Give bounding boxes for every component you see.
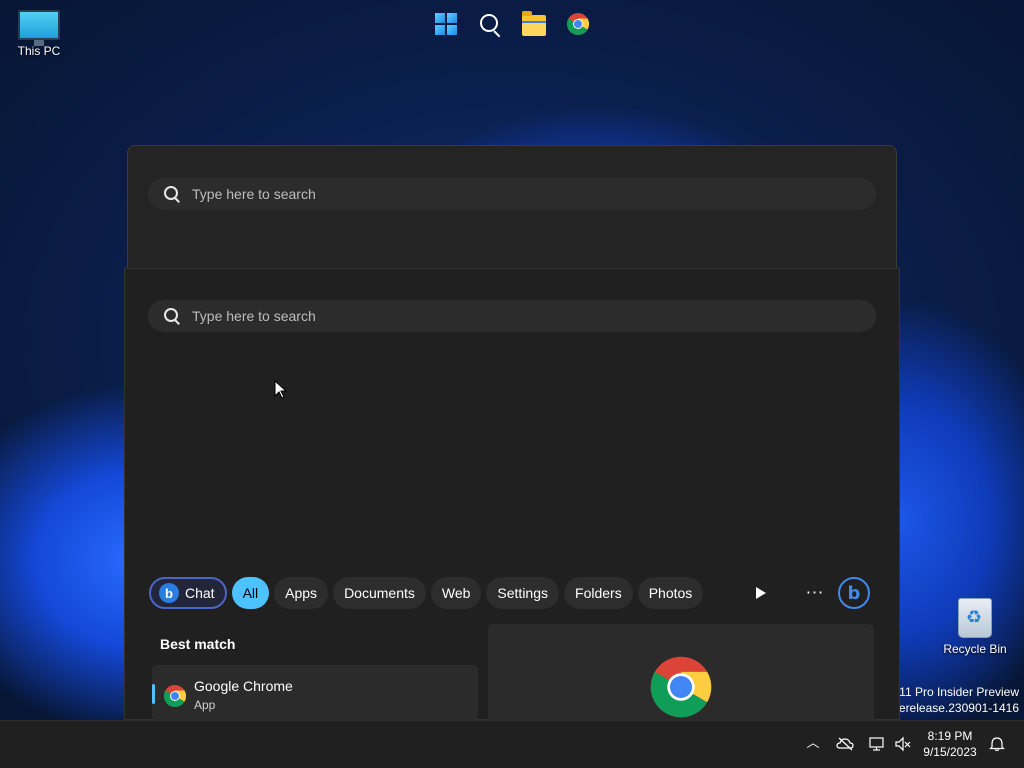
chrome-icon (650, 656, 712, 718)
tab-all[interactable]: All (231, 577, 270, 609)
tab-label: Documents (344, 585, 415, 601)
search-icon (164, 186, 180, 202)
tab-photos[interactable]: Photos (637, 577, 704, 609)
desktop-icon-recycle-bin[interactable]: ♻ Recycle Bin (936, 598, 1014, 656)
taskbar-search-icon[interactable] (474, 8, 506, 40)
clock-time: 8:19 PM (927, 729, 973, 743)
this-pc-icon (18, 10, 60, 46)
os-watermark: s 11 Pro Insider Preview prerelease.2309… (888, 684, 1019, 716)
more-tabs-play-icon[interactable] (752, 585, 770, 601)
tab-label: Folders (575, 585, 622, 601)
tab-label: Settings (497, 585, 549, 601)
search-input-ghost[interactable] (192, 186, 832, 202)
bing-chat-icon[interactable]: b (838, 577, 870, 609)
chrome-icon (164, 685, 186, 707)
tab-chat[interactable]: b Chat (149, 577, 227, 609)
selection-indicator (152, 684, 155, 704)
search-input[interactable] (192, 308, 832, 324)
result-preview-pane (488, 624, 874, 720)
system-clock[interactable]: 8:19 PM 9/15/2023 (918, 728, 982, 760)
tab-documents[interactable]: Documents (333, 577, 426, 609)
tab-web[interactable]: Web (430, 577, 482, 609)
tab-folders[interactable]: Folders (564, 577, 633, 609)
start-icon (435, 13, 457, 35)
chrome-icon (567, 13, 589, 35)
volume-muted-icon[interactable] (894, 736, 912, 752)
tab-label: Web (441, 585, 471, 601)
recycle-bin-icon: ♻ (958, 598, 992, 638)
tab-label: Photos (648, 585, 693, 601)
tab-label: Chat (185, 585, 215, 601)
search-box-ghost[interactable] (148, 178, 876, 210)
file-explorer-button[interactable] (518, 8, 550, 40)
notification-bell-icon[interactable] (988, 736, 1006, 752)
tab-settings[interactable]: Settings (486, 577, 560, 609)
network-icon[interactable] (868, 736, 886, 752)
result-type: App (194, 698, 216, 712)
file-explorer-icon (522, 10, 546, 36)
result-name: Google Chrome (194, 678, 293, 694)
chrome-taskbar-button[interactable] (562, 8, 594, 40)
best-match-heading: Best match (160, 636, 236, 652)
desktop-icon-label: This PC (17, 44, 61, 58)
search-box[interactable] (148, 300, 876, 332)
more-options-icon[interactable]: ··· (800, 582, 830, 604)
clock-date: 9/15/2023 (923, 745, 977, 759)
watermark-line-2: prerelease.230901-1416 (888, 701, 1019, 715)
chevron-up-icon[interactable]: ︿ (804, 736, 822, 752)
tab-apps[interactable]: Apps (274, 577, 329, 609)
start-button[interactable] (430, 8, 462, 40)
best-match-result[interactable]: Google Chrome App (152, 665, 478, 720)
tab-label: All (242, 585, 259, 601)
search-filter-tabs: b Chat All Apps Documents Web Settings F… (149, 577, 704, 609)
search-icon (164, 308, 180, 324)
onedrive-icon[interactable] (836, 736, 854, 752)
tab-label: Apps (285, 585, 318, 601)
bing-icon: b (159, 583, 179, 603)
watermark-line-1: s 11 Pro Insider Preview (889, 685, 1019, 699)
desktop-icon-label: Recycle Bin (943, 642, 1007, 656)
desktop-icon-this-pc[interactable]: This PC (0, 10, 78, 58)
mouse-cursor-icon (274, 380, 288, 399)
